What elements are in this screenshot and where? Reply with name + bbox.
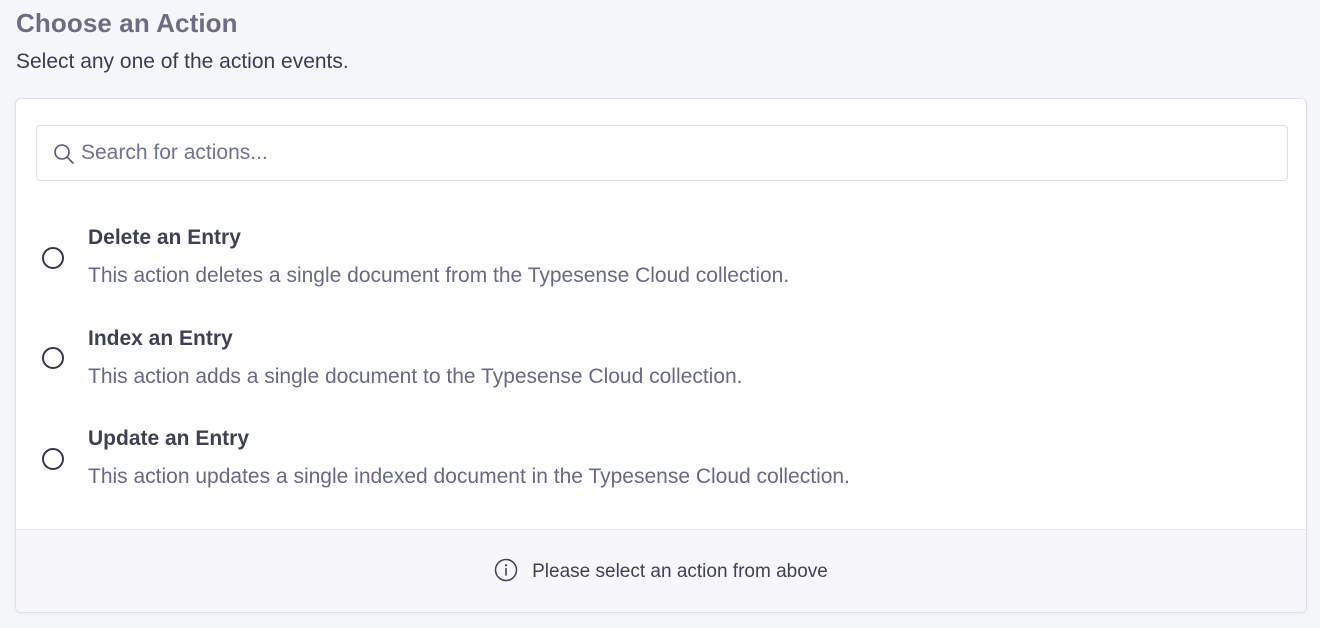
selection-hint: Please select an action from above [16, 558, 1306, 583]
search-box[interactable] [36, 125, 1288, 181]
action-option-delete-entry[interactable]: Delete an Entry This action deletes a si… [16, 217, 1116, 307]
radio-button-delete-entry[interactable] [42, 247, 64, 269]
info-icon [494, 558, 518, 582]
radio-button-index-entry[interactable] [42, 347, 64, 369]
selection-hint-footer: Please select an action from above [16, 529, 1306, 612]
action-title: Index an Entry [88, 327, 233, 350]
action-description: This action updates a single indexed doc… [88, 465, 850, 488]
action-selection-card: Delete an Entry This action deletes a si… [15, 98, 1307, 613]
action-description: This action deletes a single document fr… [88, 264, 790, 287]
action-option-index-entry[interactable]: Index an Entry This action adds a single… [16, 318, 1116, 408]
action-option-update-entry[interactable]: Update an Entry This action updates a si… [16, 418, 1116, 508]
action-description: This action adds a single document to th… [88, 365, 743, 388]
selection-hint-text: Please select an action from above [532, 561, 828, 582]
action-title: Delete an Entry [88, 226, 241, 249]
page-subtitle: Select any one of the action events. [16, 50, 349, 73]
radio-button-update-entry[interactable] [42, 448, 64, 470]
search-input[interactable] [81, 126, 1271, 180]
action-title: Update an Entry [88, 427, 250, 450]
page-title: Choose an Action [16, 8, 238, 38]
search-icon [53, 143, 75, 165]
